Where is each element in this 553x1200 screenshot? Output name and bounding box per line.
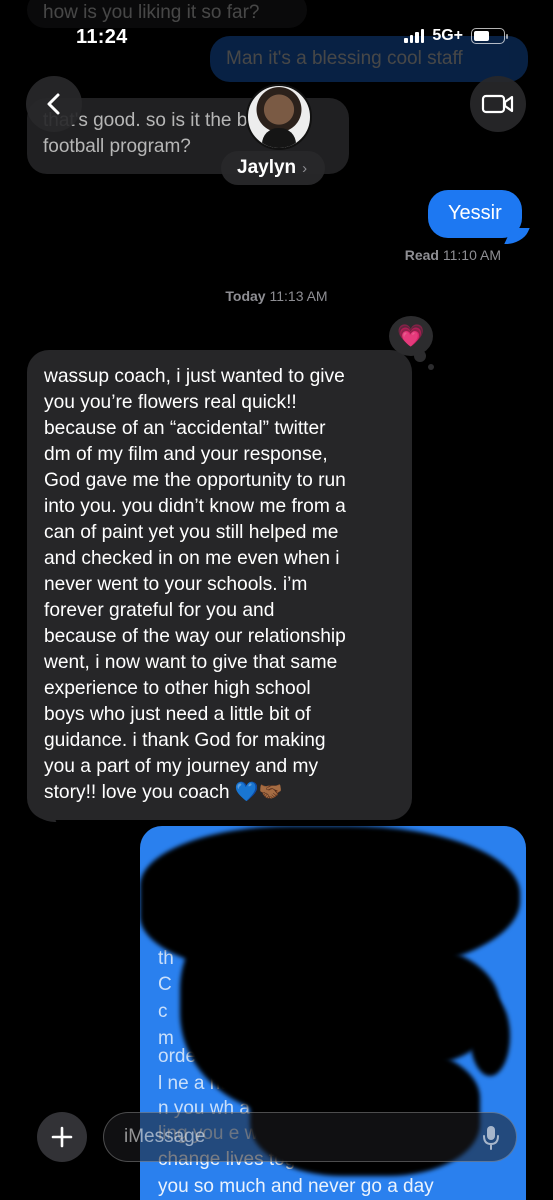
contact-name-button[interactable]: Jaylyn › bbox=[221, 151, 326, 185]
message-line: God gave me the opportunity to run bbox=[44, 470, 346, 491]
network-label: 5G+ bbox=[432, 27, 463, 44]
signal-icon bbox=[404, 29, 425, 43]
message-line: never went to your schools. i’m bbox=[44, 574, 308, 595]
apps-plus-button[interactable] bbox=[37, 1112, 87, 1162]
message-line: you you’re flowers real quick!! bbox=[44, 392, 297, 413]
message-line: dm of my film and your response, bbox=[44, 444, 328, 465]
received-message[interactable]: wassup coach, i just wanted to give you y… bbox=[27, 350, 412, 820]
chevron-right-icon: › bbox=[302, 159, 308, 177]
message-input[interactable]: iMessage bbox=[103, 1112, 517, 1162]
message-line: can of paint yet you still helped me bbox=[44, 522, 339, 543]
message-line: because of an “accidental” twitter bbox=[44, 418, 326, 439]
message-line: you a part of my journey and my bbox=[44, 756, 319, 777]
video-camera-icon bbox=[481, 94, 514, 114]
reply-text-fragment: C bbox=[158, 974, 172, 995]
facetime-button[interactable] bbox=[470, 76, 526, 132]
message-line: boys who just need a little bit of bbox=[44, 704, 311, 725]
message-line: went, i now want to give that same bbox=[44, 652, 338, 673]
reply-text-fragment: c bbox=[158, 1001, 168, 1022]
message-line: experience to other high school bbox=[44, 678, 311, 699]
tapback-dot bbox=[428, 364, 434, 370]
message-line: and checked in on me even when i bbox=[44, 548, 340, 569]
back-button[interactable] bbox=[26, 76, 82, 132]
status-icons: 5G+ bbox=[404, 27, 508, 45]
contact-name: Jaylyn bbox=[237, 157, 297, 178]
plus-icon bbox=[51, 1126, 73, 1148]
reply-text-fragment: m bbox=[158, 1028, 174, 1049]
message-line: story!! love you coach 💙🤝🏾 bbox=[44, 782, 283, 803]
tapback-heart-icon[interactable]: 💗 bbox=[389, 316, 433, 356]
conversation-timestamp: Today 11:13 AM bbox=[225, 288, 328, 304]
earlier-message-received: how is you liking it so far? bbox=[27, 0, 307, 28]
microphone-icon[interactable] bbox=[482, 1125, 500, 1151]
message-line: wassup coach, i just wanted to give bbox=[44, 366, 345, 387]
message-line: forever grateful for you and bbox=[44, 600, 275, 621]
message-line: guidance. i thank God for making bbox=[44, 730, 326, 751]
reply-text-fragment: you so much and never go a day bbox=[158, 1176, 434, 1197]
sent-message[interactable]: Yessir bbox=[428, 190, 522, 238]
contact-avatar[interactable] bbox=[246, 84, 312, 150]
read-receipt: Read 11:10 AM bbox=[404, 247, 501, 263]
chevron-left-icon bbox=[47, 93, 60, 115]
message-line: because of the way our relationship bbox=[44, 626, 346, 647]
message-line: into you. you didn’t know me from a bbox=[44, 496, 346, 517]
status-time: 11:24 bbox=[76, 26, 128, 48]
battery-icon bbox=[471, 28, 508, 44]
message-input-placeholder: iMessage bbox=[124, 1126, 206, 1147]
